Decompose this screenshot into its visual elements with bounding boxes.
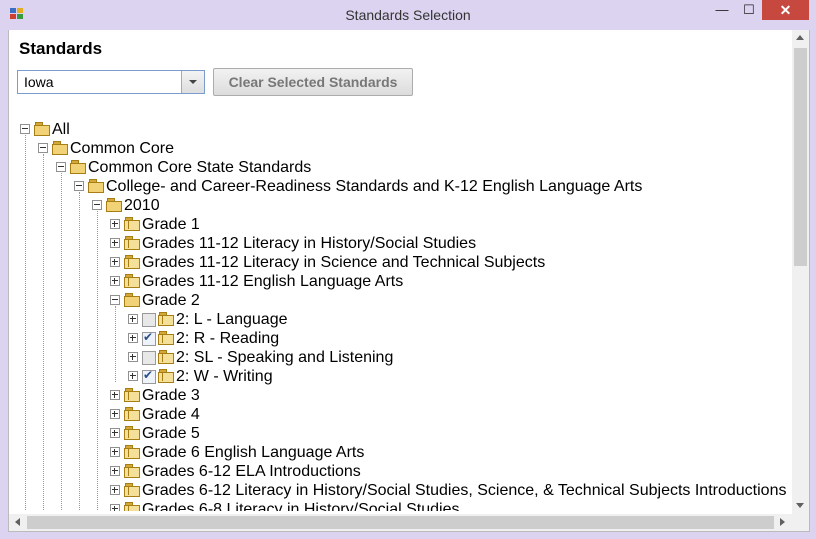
minimize-button[interactable]: — (708, 0, 736, 20)
close-button[interactable]: ✕ (762, 0, 809, 20)
expand-toggle-icon[interactable] (128, 352, 138, 362)
folder-open-icon (88, 179, 104, 193)
tree-node-label: 2010 (124, 197, 160, 214)
tree-node-label: Grades 6-12 Literacy in History/Social S… (142, 482, 787, 499)
window-title: Standards Selection (345, 7, 471, 23)
expand-toggle-icon[interactable] (110, 447, 120, 457)
clear-selected-standards-button[interactable]: Clear Selected Standards (213, 68, 413, 96)
expand-toggle-icon[interactable] (128, 333, 138, 343)
tree-node-label: 2: W - Writing (176, 368, 273, 385)
tree-guide-line (115, 306, 116, 382)
expand-toggle-icon[interactable] (110, 485, 120, 495)
horizontal-scroll-thumb[interactable] (27, 516, 774, 529)
folder-closed-icon (124, 236, 140, 250)
standard-checkbox[interactable] (142, 313, 156, 327)
expand-toggle-icon[interactable] (110, 257, 120, 267)
scroll-up-arrow-icon[interactable] (796, 35, 804, 40)
expand-toggle-icon[interactable] (128, 314, 138, 324)
collapse-toggle-icon[interactable] (38, 143, 48, 153)
state-dropdown[interactable]: Iowa (17, 70, 205, 94)
scroll-left-arrow-icon[interactable] (15, 518, 20, 526)
vertical-scroll-thumb[interactable] (794, 48, 807, 266)
maximize-button[interactable]: ☐ (735, 0, 763, 20)
folder-closed-icon (158, 331, 174, 345)
tree-guide-line (43, 154, 44, 511)
tree-node-label: Common Core (70, 140, 175, 157)
window-frame-bottom (0, 531, 816, 539)
tree-guide-line (97, 211, 98, 511)
tree-node-label: All (52, 121, 70, 138)
scrollbar-corner (792, 514, 809, 531)
tree-node-label: Grade 2 (142, 292, 200, 309)
standards-heading: Standards (19, 39, 103, 58)
folder-open-icon (70, 160, 86, 174)
expand-toggle-icon[interactable] (110, 390, 120, 400)
expand-toggle-icon[interactable] (110, 466, 120, 476)
folder-closed-icon (124, 426, 140, 440)
folder-closed-icon (124, 464, 140, 478)
collapse-toggle-icon[interactable] (110, 295, 120, 305)
tree-node-label: Grade 4 (142, 406, 200, 423)
folder-closed-icon (158, 350, 174, 364)
tree-node-label: Grade 6 English Language Arts (142, 444, 365, 461)
expand-toggle-icon[interactable] (110, 276, 120, 286)
collapse-toggle-icon[interactable] (92, 200, 102, 210)
tree-guide-line (79, 192, 80, 511)
folder-closed-icon (124, 407, 140, 421)
tree-node-label: Grades 6-12 ELA Introductions (142, 463, 361, 480)
standard-checkbox[interactable] (142, 351, 156, 365)
folder-closed-icon (158, 369, 174, 383)
folder-closed-icon (124, 445, 140, 459)
folder-closed-icon (124, 217, 140, 231)
tree-node-label: Grades 6-8 Literacy in History/Social St… (142, 501, 460, 511)
collapse-toggle-icon[interactable] (20, 124, 30, 134)
folder-closed-icon (124, 255, 140, 269)
folder-open-icon (106, 198, 122, 212)
tree-node-label: 2: R - Reading (176, 330, 280, 347)
folder-open-icon (34, 122, 50, 136)
tree-guide-line (61, 173, 62, 511)
tree-node-label: Common Core State Standards (88, 159, 312, 176)
dropdown-button[interactable] (181, 71, 204, 93)
folder-open-icon (124, 293, 140, 307)
tree-node-label: 2: SL - Speaking and Listening (176, 349, 394, 366)
client-area: Standards Iowa Clear Selected Standards … (8, 30, 810, 532)
folder-open-icon (52, 141, 68, 155)
tree-node-label: Grades 11-12 Literacy in Science and Tec… (142, 254, 546, 271)
folder-closed-icon (124, 388, 140, 402)
expand-toggle-icon[interactable] (128, 371, 138, 381)
expand-toggle-icon[interactable] (110, 504, 120, 511)
folder-closed-icon (124, 274, 140, 288)
expand-toggle-icon[interactable] (110, 219, 120, 229)
collapse-toggle-icon[interactable] (56, 162, 66, 172)
chevron-down-icon (189, 80, 197, 84)
tree-node-label: Grade 3 (142, 387, 200, 404)
standards-tree[interactable]: All Common Core Common Core State Standard… (9, 116, 792, 511)
state-dropdown-value: Iowa (24, 74, 54, 90)
tree-node-label: College- and Career-Readiness Standards … (106, 178, 643, 195)
horizontal-scrollbar[interactable] (9, 514, 792, 531)
tree-node-label: Grades 11-12 English Language Arts (142, 273, 404, 290)
expand-toggle-icon[interactable] (110, 238, 120, 248)
standard-checkbox[interactable] (142, 330, 156, 346)
standard-checkbox[interactable] (142, 368, 156, 384)
folder-closed-icon (158, 312, 174, 326)
tree-node-label: Grade 1 (142, 216, 200, 233)
tree-node-label: Grades 11-12 Literacy in History/Social … (142, 235, 477, 252)
folder-closed-icon (124, 483, 140, 497)
expand-toggle-icon[interactable] (110, 428, 120, 438)
expand-toggle-icon[interactable] (110, 409, 120, 419)
scroll-right-arrow-icon[interactable] (780, 518, 785, 526)
tree-node-label: Grade 5 (142, 425, 200, 442)
scroll-down-arrow-icon[interactable] (796, 503, 804, 508)
tree-node-label: 2: L - Language (176, 311, 288, 328)
tree-guide-line (25, 135, 26, 511)
folder-closed-icon (124, 502, 140, 511)
vertical-scrollbar[interactable] (792, 30, 809, 514)
collapse-toggle-icon[interactable] (74, 181, 84, 191)
window-frame-left (0, 30, 8, 531)
title-bar: Standards Selection — ☐ ✕ (0, 0, 816, 30)
